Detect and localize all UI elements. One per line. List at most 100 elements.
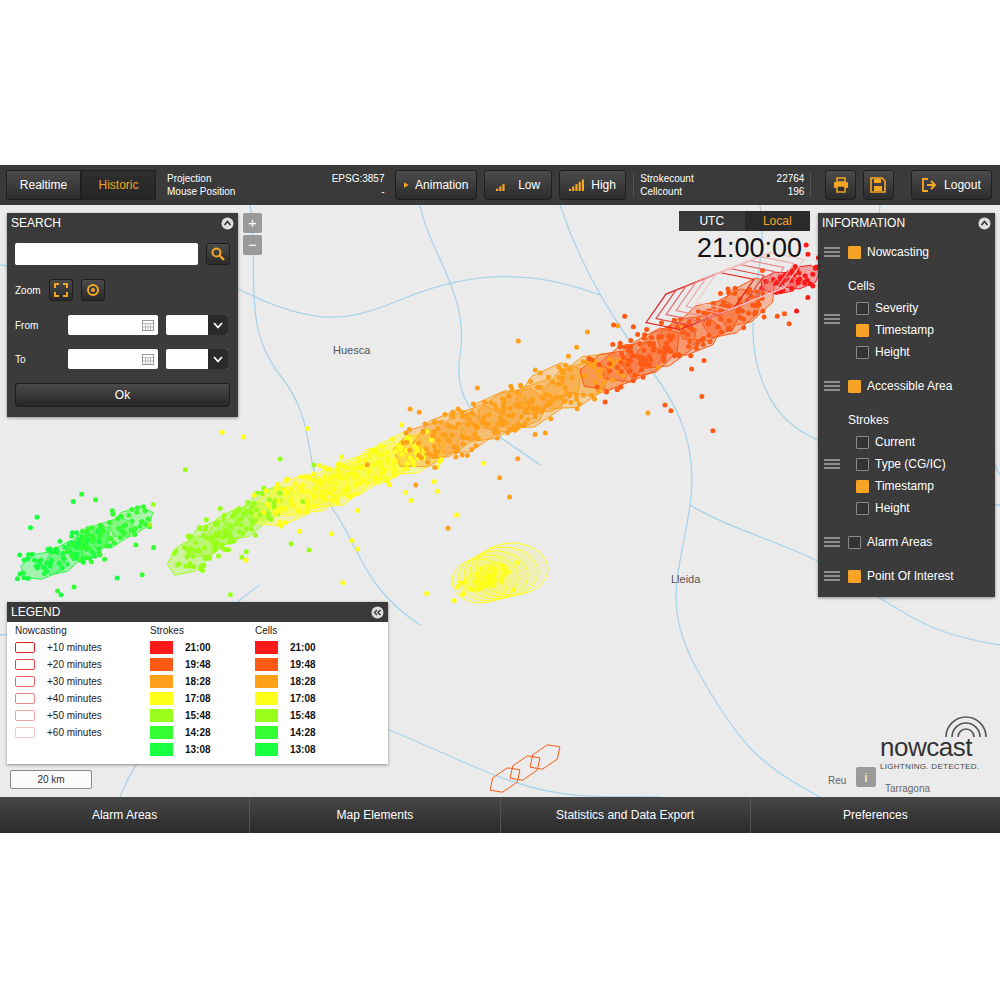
layer-label: Type (CG/IC) [875,457,946,471]
color-swatch [150,743,173,756]
stroke-dot [615,365,620,370]
stroke-dot [392,469,397,474]
drag-handle-icon[interactable] [824,314,840,324]
layer-item[interactable]: Current [848,431,946,453]
stroke-dot [399,452,404,457]
layer-item[interactable]: Nowcasting [848,241,929,263]
stroke-dot [735,309,740,314]
zoom-button[interactable]: − [243,235,262,255]
mode-button[interactable]: Historic [81,170,156,200]
layer-checkbox[interactable] [856,502,869,515]
stroke-dot [214,523,219,528]
layer-checkbox[interactable] [848,570,861,583]
legend-row: 13:08 [150,741,255,758]
layer-item[interactable]: Height [848,497,946,519]
stroke-dot [65,562,70,567]
quality-button[interactable]: High [559,170,626,200]
stroke-dot [378,459,383,464]
mouse-position-label: Mouse Position [167,186,332,197]
stroke-dot [647,342,652,347]
drag-handle-icon[interactable] [824,247,840,257]
layer-group-items: Alarm Areas [848,531,932,553]
animation-button[interactable]: Animation [395,170,477,200]
stroke-dot [656,365,661,370]
stroke-dot [393,449,398,454]
quality-button[interactable]: Low [484,170,551,200]
stroke-dot [319,489,324,494]
print-button[interactable] [825,170,856,200]
bottom-bar-button[interactable]: Map Elements [250,797,500,833]
stroke-dot [495,436,500,441]
time-select[interactable] [166,349,228,369]
stroke-dot [62,545,67,550]
stroke-dot [368,469,373,474]
layer-checkbox[interactable] [856,346,869,359]
stroke-dot [293,481,298,486]
date-input[interactable] [68,349,158,369]
save-button[interactable] [863,170,894,200]
stroke-dot [489,583,494,588]
stroke-dot [107,520,112,525]
stroke-dot [262,510,267,515]
layer-checkbox[interactable] [848,246,861,259]
stroke-dot [638,361,643,366]
map[interactable]: HuescaLleidaReuTarragonaSEARCHZoomFromTo… [0,205,1000,797]
ok-button[interactable]: Ok [15,383,230,407]
info-button[interactable]: i [856,767,876,787]
drag-handle-icon[interactable] [824,537,840,547]
search-input[interactable] [15,243,198,265]
projection-label: Projection [167,173,332,184]
drag-handle-icon[interactable] [824,571,840,581]
stroke-dot [347,472,352,477]
layer-checkbox[interactable] [856,458,869,471]
zoom-extent-button[interactable] [49,279,73,301]
color-swatch [255,743,278,756]
date-input[interactable] [68,315,158,335]
bottom-bar-button[interactable]: Preferences [751,797,1000,833]
stroke-dot [546,375,551,380]
legend-time: 14:28 [290,727,316,738]
layer-item[interactable]: Severity [848,297,934,319]
layer-item[interactable]: Timestamp [848,475,946,497]
layer-item[interactable]: Point Of Interest [848,565,954,587]
search-button[interactable] [206,243,230,265]
drag-handle-icon[interactable] [824,381,840,391]
count-value: 196 [777,186,805,197]
layer-checkbox[interactable] [848,380,861,393]
zoom-button[interactable]: + [243,213,262,233]
layer-item[interactable]: Timestamp [848,319,934,341]
collapse-icon[interactable] [221,217,234,230]
timezone-button[interactable]: Local [745,211,811,231]
stroke-dot [197,526,202,531]
stroke-dot [690,327,695,332]
logout-button[interactable]: Logout [911,170,992,200]
timezone-button[interactable]: UTC [679,211,745,231]
layer-checkbox[interactable] [856,324,869,337]
bottom-bar-button[interactable]: Statistics and Data Export [501,797,751,833]
layer-item[interactable]: Alarm Areas [848,531,932,553]
river [250,205,420,625]
layer-item[interactable]: Height [848,341,934,363]
zoom-locate-button[interactable] [81,279,105,301]
collapse-icon[interactable] [978,217,991,230]
layer-checkbox[interactable] [848,536,861,549]
bottom-bar-button[interactable]: Alarm Areas [0,797,250,833]
layer-checkbox[interactable] [856,436,869,449]
time-select[interactable] [166,315,228,335]
layer-checkbox[interactable] [856,480,869,493]
stroke-dot [205,536,210,541]
mode-button[interactable]: Realtime [6,170,81,200]
stroke-dot [191,554,196,559]
drag-handle-icon[interactable] [824,459,840,469]
stroke-dot [350,466,355,471]
layer-item[interactable]: Type (CG/IC) [848,453,946,475]
layer-item[interactable]: Accessible Area [848,375,952,397]
stroke-dot [686,344,691,349]
legend-time: 17:08 [185,693,211,704]
stroke-dot [239,522,244,527]
collapse-left-icon[interactable] [371,606,384,619]
layer-group: Nowcasting [824,241,991,263]
stroke-dot [278,520,283,525]
stroke-dot [425,460,430,465]
layer-checkbox[interactable] [856,302,869,315]
